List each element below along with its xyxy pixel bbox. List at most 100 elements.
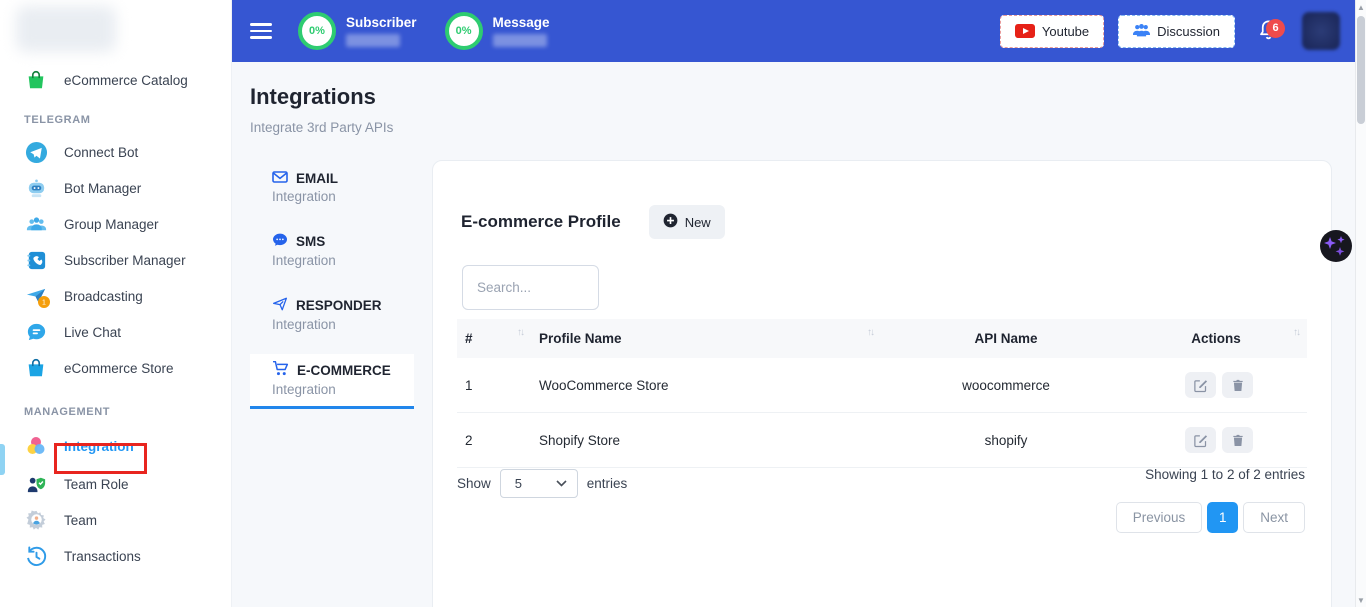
hamburger-menu-icon[interactable] — [250, 23, 272, 39]
shopping-bag-green-icon — [24, 68, 48, 92]
message-stat: 0% Message — [445, 12, 550, 50]
column-header-profile-name[interactable]: ↑↓Profile Name — [531, 319, 881, 358]
sidebar-item-live-chat[interactable]: Live Chat — [0, 314, 231, 350]
sidebar-item-integration[interactable]: Integration — [0, 426, 231, 466]
notifications-button[interactable]: 6 — [1257, 17, 1280, 46]
subscriber-progress-ring: 0% — [298, 12, 336, 50]
new-button-label: New — [685, 215, 711, 230]
sidebar-item-broadcasting[interactable]: 1 Broadcasting — [0, 278, 231, 314]
main-area: 0% Subscriber 0% Message Youtube — [232, 0, 1366, 607]
broadcast-plane-icon: 1 — [24, 284, 48, 308]
edit-pencil-icon — [1193, 433, 1208, 448]
send-plane-icon — [272, 297, 288, 314]
sidebar-item-subscriber-manager[interactable]: Subscriber Manager — [0, 242, 231, 278]
telegram-icon — [24, 140, 48, 164]
youtube-button[interactable]: Youtube — [1000, 15, 1104, 48]
scrollbar-down-arrow[interactable]: ▼ — [1356, 593, 1366, 607]
broadcast-badge-count: 1 — [42, 300, 46, 307]
tab-responder-integration[interactable]: RESPONDER Integration — [250, 290, 414, 341]
page-title: Integrations — [250, 84, 376, 110]
sidebar-item-team-role[interactable]: Team Role — [0, 466, 231, 502]
sidebar-section-management: MANAGEMENT — [0, 406, 231, 418]
edit-button[interactable] — [1185, 427, 1216, 453]
sidebar-item-transactions[interactable]: Transactions — [0, 538, 231, 574]
sidebar-item-label: Subscriber Manager — [64, 253, 186, 268]
row-num: 1 — [457, 358, 531, 413]
subscriber-stat-value-blurred — [346, 34, 400, 47]
scrollbar-up-arrow[interactable]: ▲ — [1356, 0, 1366, 14]
notification-count-badge: 6 — [1266, 19, 1285, 38]
tab-subtitle: Integration — [272, 382, 414, 397]
app-window: eCommerce Catalog TELEGRAM Connect Bot B… — [0, 0, 1366, 607]
integration-subnav: EMAIL Integration SMS Integration RESPON… — [250, 164, 414, 409]
topbar: 0% Subscriber 0% Message Youtube — [232, 0, 1366, 62]
integration-circles-icon — [24, 434, 48, 458]
trash-icon — [1231, 378, 1245, 393]
subscriber-stat: 0% Subscriber — [298, 12, 417, 50]
table-row: 1 WooCommerce Store woocommerce — [457, 358, 1307, 413]
edit-button[interactable] — [1185, 372, 1216, 398]
sort-icon[interactable]: ↑↓ — [517, 327, 523, 338]
chat-bubble-icon — [24, 320, 48, 344]
row-profile-name: Shopify Store — [531, 413, 881, 468]
discussion-button[interactable]: Discussion — [1118, 15, 1235, 48]
active-item-indicator — [0, 444, 5, 475]
delete-button[interactable] — [1222, 372, 1253, 398]
sidebar-item-ecommerce-catalog[interactable]: eCommerce Catalog — [0, 62, 231, 98]
sidebar-item-team[interactable]: Team — [0, 502, 231, 538]
sidebar-item-label: Group Manager — [64, 217, 159, 232]
message-progress-ring: 0% — [445, 12, 483, 50]
chevron-down-icon — [556, 480, 567, 487]
email-icon — [272, 171, 288, 186]
sidebar-item-ecommerce-store[interactable]: eCommerce Store — [0, 350, 231, 386]
shield-person-icon — [24, 472, 48, 496]
sidebar-item-bot-manager[interactable]: Bot Manager — [0, 170, 231, 206]
sidebar-item-label: Team Role — [64, 477, 129, 492]
column-header-actions[interactable]: ↑↓Actions — [1131, 319, 1307, 358]
sidebar-item-label: eCommerce Catalog — [64, 73, 188, 88]
user-avatar[interactable] — [1302, 12, 1340, 50]
content-area: Integrations Integrate 3rd Party APIs EM… — [232, 62, 1366, 607]
tab-email-integration[interactable]: EMAIL Integration — [250, 164, 414, 213]
discussion-button-label: Discussion — [1157, 24, 1220, 39]
tab-subtitle: Integration — [272, 189, 414, 204]
show-label: Show — [457, 476, 491, 491]
showing-entries-text: Showing 1 to 2 of 2 entries — [1145, 467, 1305, 482]
search-input[interactable] — [462, 265, 599, 310]
plus-circle-icon — [663, 213, 678, 231]
scrollbar-thumb[interactable] — [1357, 16, 1365, 124]
trash-icon — [1231, 433, 1245, 448]
sidebar-item-label: Integration — [64, 439, 134, 454]
shopping-bag-blue-icon — [24, 356, 48, 380]
new-profile-button[interactable]: New — [649, 205, 725, 239]
tab-sms-integration[interactable]: SMS Integration — [250, 226, 414, 277]
tab-title: E-COMMERCE — [297, 363, 391, 378]
sidebar-item-label: Connect Bot — [64, 145, 138, 160]
delete-button[interactable] — [1222, 427, 1253, 453]
column-header-num[interactable]: ↑↓# — [457, 319, 531, 358]
tab-title: SMS — [296, 234, 325, 249]
tab-ecommerce-integration[interactable]: E-COMMERCE Integration — [250, 354, 414, 409]
users-icon — [1133, 23, 1150, 40]
sidebar-item-label: Broadcasting — [64, 289, 143, 304]
tab-subtitle: Integration — [272, 253, 414, 268]
pagination-page-1-button[interactable]: 1 — [1207, 502, 1238, 533]
sort-icon[interactable]: ↑↓ — [1293, 327, 1299, 338]
profiles-table: ↑↓# ↑↓Profile Name API Name ↑↓Actions 1 … — [457, 319, 1307, 468]
cart-icon — [272, 361, 289, 379]
pagination-next-button[interactable]: Next — [1243, 502, 1305, 533]
column-header-api-name[interactable]: API Name — [881, 319, 1131, 358]
vertical-scrollbar[interactable]: ▲ ▼ — [1355, 0, 1366, 607]
sidebar-item-connect-bot[interactable]: Connect Bot — [0, 134, 231, 170]
sidebar-item-label: Live Chat — [64, 325, 121, 340]
ai-assistant-button[interactable] — [1320, 230, 1352, 262]
table-row: 2 Shopify Store shopify — [457, 413, 1307, 468]
sidebar-item-label: Team — [64, 513, 97, 528]
edit-pencil-icon — [1193, 378, 1208, 393]
sidebar-item-label: Bot Manager — [64, 181, 141, 196]
page-size-select[interactable]: 5 — [500, 469, 578, 498]
sidebar-item-group-manager[interactable]: Group Manager — [0, 206, 231, 242]
pagination-previous-button[interactable]: Previous — [1116, 502, 1203, 533]
youtube-button-label: Youtube — [1042, 24, 1089, 39]
sort-icon[interactable]: ↑↓ — [867, 327, 873, 338]
